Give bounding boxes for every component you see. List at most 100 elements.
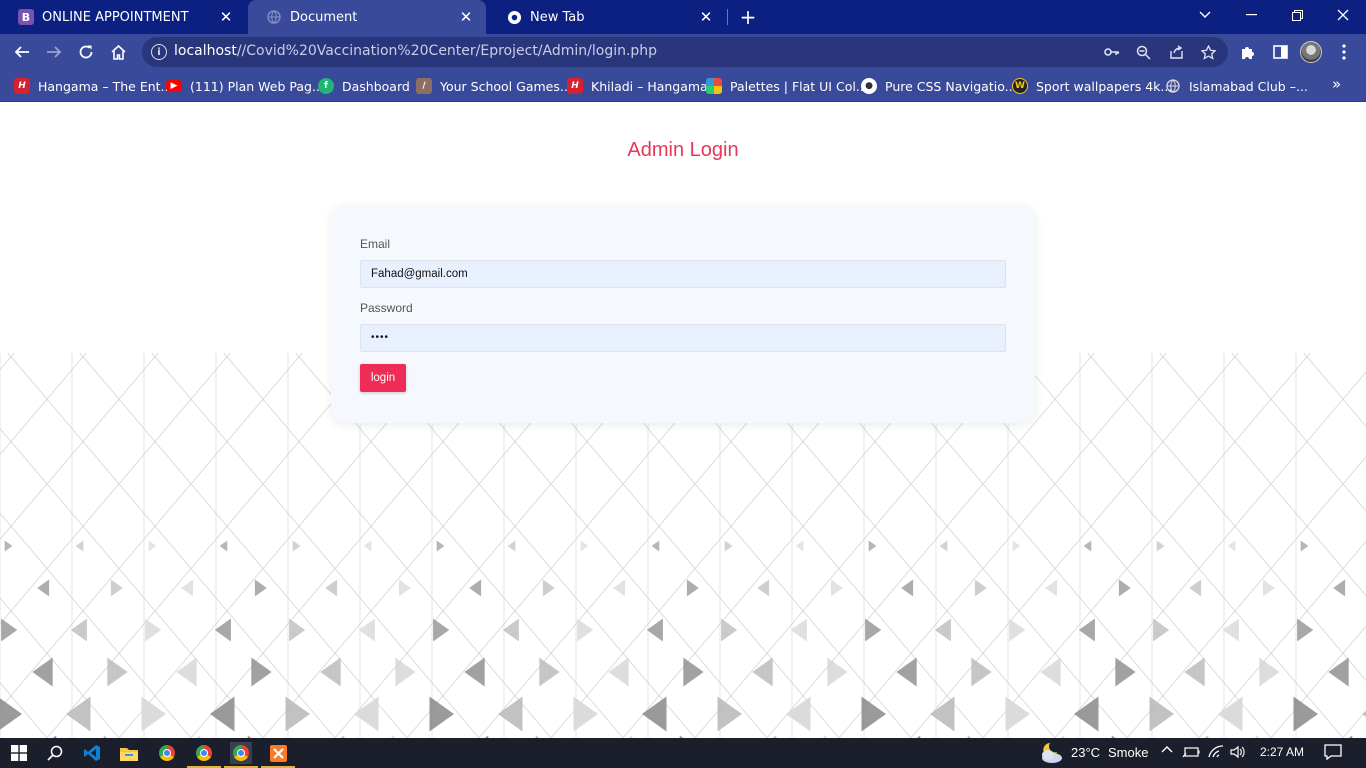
bookmark-islamabad-club[interactable]: Islamabad Club –...	[1165, 76, 1308, 96]
tab-separator	[727, 9, 728, 25]
bookmark-hangama[interactable]: H Hangama – The Ent...	[14, 76, 172, 96]
search-button[interactable]	[44, 742, 66, 764]
email-label: Email	[360, 237, 391, 251]
tab-new-tab[interactable]: New Tab ✕	[488, 0, 726, 34]
forward-button[interactable]	[40, 38, 68, 66]
chevron-up-icon[interactable]	[1161, 742, 1173, 760]
speaker-icon[interactable]	[1230, 745, 1246, 763]
globe-icon	[1165, 78, 1181, 94]
bookmark-sport-wallpapers[interactable]: W Sport wallpapers 4k...	[1012, 76, 1172, 96]
email-field[interactable]: Fahad@gmail.com	[360, 260, 1006, 288]
share-icon[interactable]	[1166, 42, 1186, 62]
bookmark-palettes[interactable]: Palettes | Flat UI Col...	[706, 76, 868, 96]
side-panel-button[interactable]	[1266, 38, 1294, 66]
vscode-taskbar-button[interactable]	[81, 742, 103, 764]
bookmark-khiladi-hangama[interactable]: H Khiladi – Hangama	[567, 76, 708, 96]
wallpapers-icon: W	[1012, 78, 1028, 94]
home-button[interactable]	[104, 38, 132, 66]
reload-button[interactable]	[72, 38, 100, 66]
clock-time[interactable]: 2:27 AM	[1260, 745, 1304, 759]
restore-icon	[1291, 9, 1303, 21]
close-icon[interactable]: ✕	[456, 7, 476, 27]
xampp-taskbar-button[interactable]	[261, 742, 295, 768]
bookmark-label: Islamabad Club –...	[1189, 78, 1308, 94]
dashboard-icon: f	[318, 78, 334, 94]
close-icon	[1337, 9, 1349, 21]
vscode-icon	[84, 745, 100, 761]
login-card: Email Fahad@gmail.com Password •••• logi…	[331, 205, 1035, 423]
school-games-icon: /	[416, 78, 432, 94]
back-button[interactable]	[8, 38, 36, 66]
bookmark-pure-css-navigation[interactable]: ● Pure CSS Navigatio...	[861, 76, 1017, 96]
star-icon[interactable]	[1198, 42, 1218, 62]
extensions-button[interactable]	[1234, 38, 1262, 66]
chrome-icon	[196, 745, 212, 761]
url-text[interactable]: localhost//Covid%20Vaccination%20Center/…	[174, 43, 657, 59]
chrome-taskbar-button-3[interactable]	[224, 742, 258, 768]
profile-avatar[interactable]	[1300, 41, 1322, 63]
page-title: Admin Login	[627, 139, 739, 161]
bookmark-dashboard[interactable]: f Dashboard	[318, 76, 410, 96]
battery-icon[interactable]	[1182, 746, 1200, 764]
weather-condition[interactable]: Smoke	[1108, 745, 1148, 760]
folder-icon	[120, 747, 138, 761]
tab-title: New Tab	[530, 9, 585, 25]
password-field[interactable]: ••••	[360, 324, 1006, 352]
chrome-icon	[233, 745, 249, 761]
weather-cloud-moon-icon[interactable]	[1038, 741, 1064, 765]
tab-strip: B ONLINE APPOINTMENT ✕ Document ✕ New Ta…	[0, 0, 1366, 34]
weather-temperature[interactable]: 23°C	[1071, 745, 1100, 760]
minimize-button[interactable]	[1228, 0, 1274, 30]
bookmark-label: Your School Games...	[440, 78, 572, 94]
tab-search-button[interactable]	[1182, 0, 1228, 30]
close-icon[interactable]: ✕	[696, 7, 716, 27]
bookmark-label: Palettes | Flat UI Col...	[730, 78, 868, 94]
bookmark-label: Sport wallpapers 4k...	[1036, 78, 1173, 94]
puzzle-icon	[1242, 47, 1254, 59]
chrome-icon	[506, 9, 522, 25]
windows-logo-icon	[11, 745, 27, 761]
hangama-icon: H	[14, 78, 30, 94]
browser-toolbar: i localhost//Covid%20Vaccination%20Cente…	[0, 34, 1366, 70]
chevron-down-icon	[1199, 11, 1211, 18]
notification-icon[interactable]	[1324, 744, 1342, 764]
search-icon	[47, 745, 63, 761]
tab-document[interactable]: Document ✕	[248, 0, 486, 34]
chrome-icon	[159, 745, 175, 761]
window-close-button[interactable]	[1320, 0, 1366, 30]
wifi-icon[interactable]	[1208, 745, 1224, 763]
globe-icon	[266, 9, 282, 25]
bookmark-plan-web-page[interactable]: ▶ (111) Plan Web Pag...	[166, 76, 324, 96]
bookmark-label: (111) Plan Web Pag...	[190, 78, 324, 94]
tab-title: Document	[290, 9, 358, 25]
new-tab-button[interactable]: +	[736, 5, 760, 29]
menu-button[interactable]	[1330, 38, 1358, 66]
file-explorer-taskbar-button[interactable]	[118, 742, 140, 764]
bookmark-label: Hangama – The Ent...	[38, 78, 173, 94]
css-nav-icon: ●	[861, 78, 877, 94]
zoom-icon[interactable]	[1133, 42, 1153, 62]
bookmark-school-games[interactable]: / Your School Games...	[416, 76, 572, 96]
address-bar[interactable]: i localhost//Covid%20Vaccination%20Cente…	[142, 37, 1228, 67]
site-info-icon[interactable]: i	[151, 44, 167, 60]
kebab-menu-icon	[1342, 44, 1346, 60]
url-host: localhost	[174, 43, 237, 59]
key-icon[interactable]	[1102, 42, 1122, 62]
home-icon	[110, 44, 126, 60]
bookmarks-bar: H Hangama – The Ent... ▶ (111) Plan Web …	[0, 70, 1366, 102]
chrome-taskbar-button-1[interactable]	[156, 742, 178, 764]
tab-title: ONLINE APPOINTMENT	[42, 9, 189, 25]
url-path: //Covid%20Vaccination%20Center/Eproject/…	[236, 43, 658, 59]
palettes-icon	[706, 78, 722, 94]
bookmarks-overflow-chevron-icon[interactable]: »	[1332, 75, 1341, 93]
close-icon[interactable]: ✕	[216, 7, 236, 27]
windows-start-button[interactable]	[8, 742, 30, 764]
bookmark-label: Dashboard	[342, 78, 410, 94]
login-button[interactable]: login	[360, 364, 406, 392]
bootstrap-icon: B	[18, 9, 34, 25]
minimize-icon	[1245, 14, 1257, 16]
restore-button[interactable]	[1274, 0, 1320, 30]
youtube-icon: ▶	[166, 80, 182, 92]
tab-online-appointment[interactable]: B ONLINE APPOINTMENT ✕	[0, 0, 246, 34]
chrome-taskbar-button-2[interactable]	[187, 742, 221, 768]
